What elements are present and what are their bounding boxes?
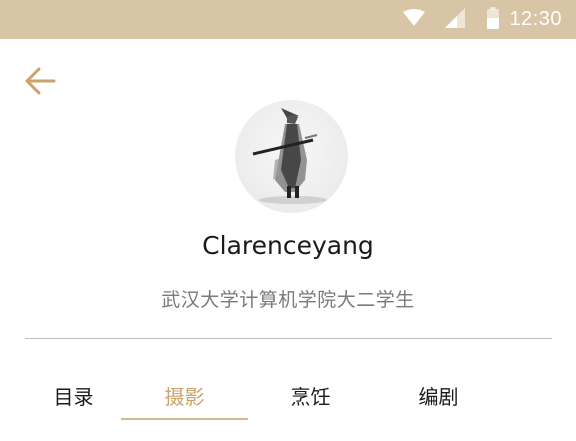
signal-icon [445, 7, 466, 32]
tab-bar: 目录 摄影 烹饪 编剧 [0, 370, 576, 422]
arrow-left-icon [24, 66, 56, 100]
battery-icon [487, 6, 500, 33]
tab-screenwriting[interactable]: 编剧 [375, 370, 502, 420]
username: Clarenceyang [202, 231, 374, 260]
status-bar: 12:30 [0, 0, 576, 39]
status-time: 12:30 [509, 8, 562, 30]
profile-screen: 12:30 Clarenceyang 武汉大学计算机学院大二学生 目录 摄影 烹 [0, 0, 576, 441]
avatar-illustration [252, 108, 327, 204]
active-tab-indicator [121, 418, 248, 420]
user-bio: 武汉大学计算机学院大二学生 [161, 289, 415, 311]
tab-cooking[interactable]: 烹饪 [247, 370, 374, 420]
avatar[interactable] [235, 100, 348, 213]
divider [25, 338, 552, 339]
back-button[interactable] [20, 64, 60, 102]
tab-photography[interactable]: 摄影 [121, 370, 248, 420]
status-icons: 12:30 [403, 0, 562, 39]
wifi-icon [403, 8, 426, 31]
tab-catalog[interactable]: 目录 [10, 370, 137, 420]
